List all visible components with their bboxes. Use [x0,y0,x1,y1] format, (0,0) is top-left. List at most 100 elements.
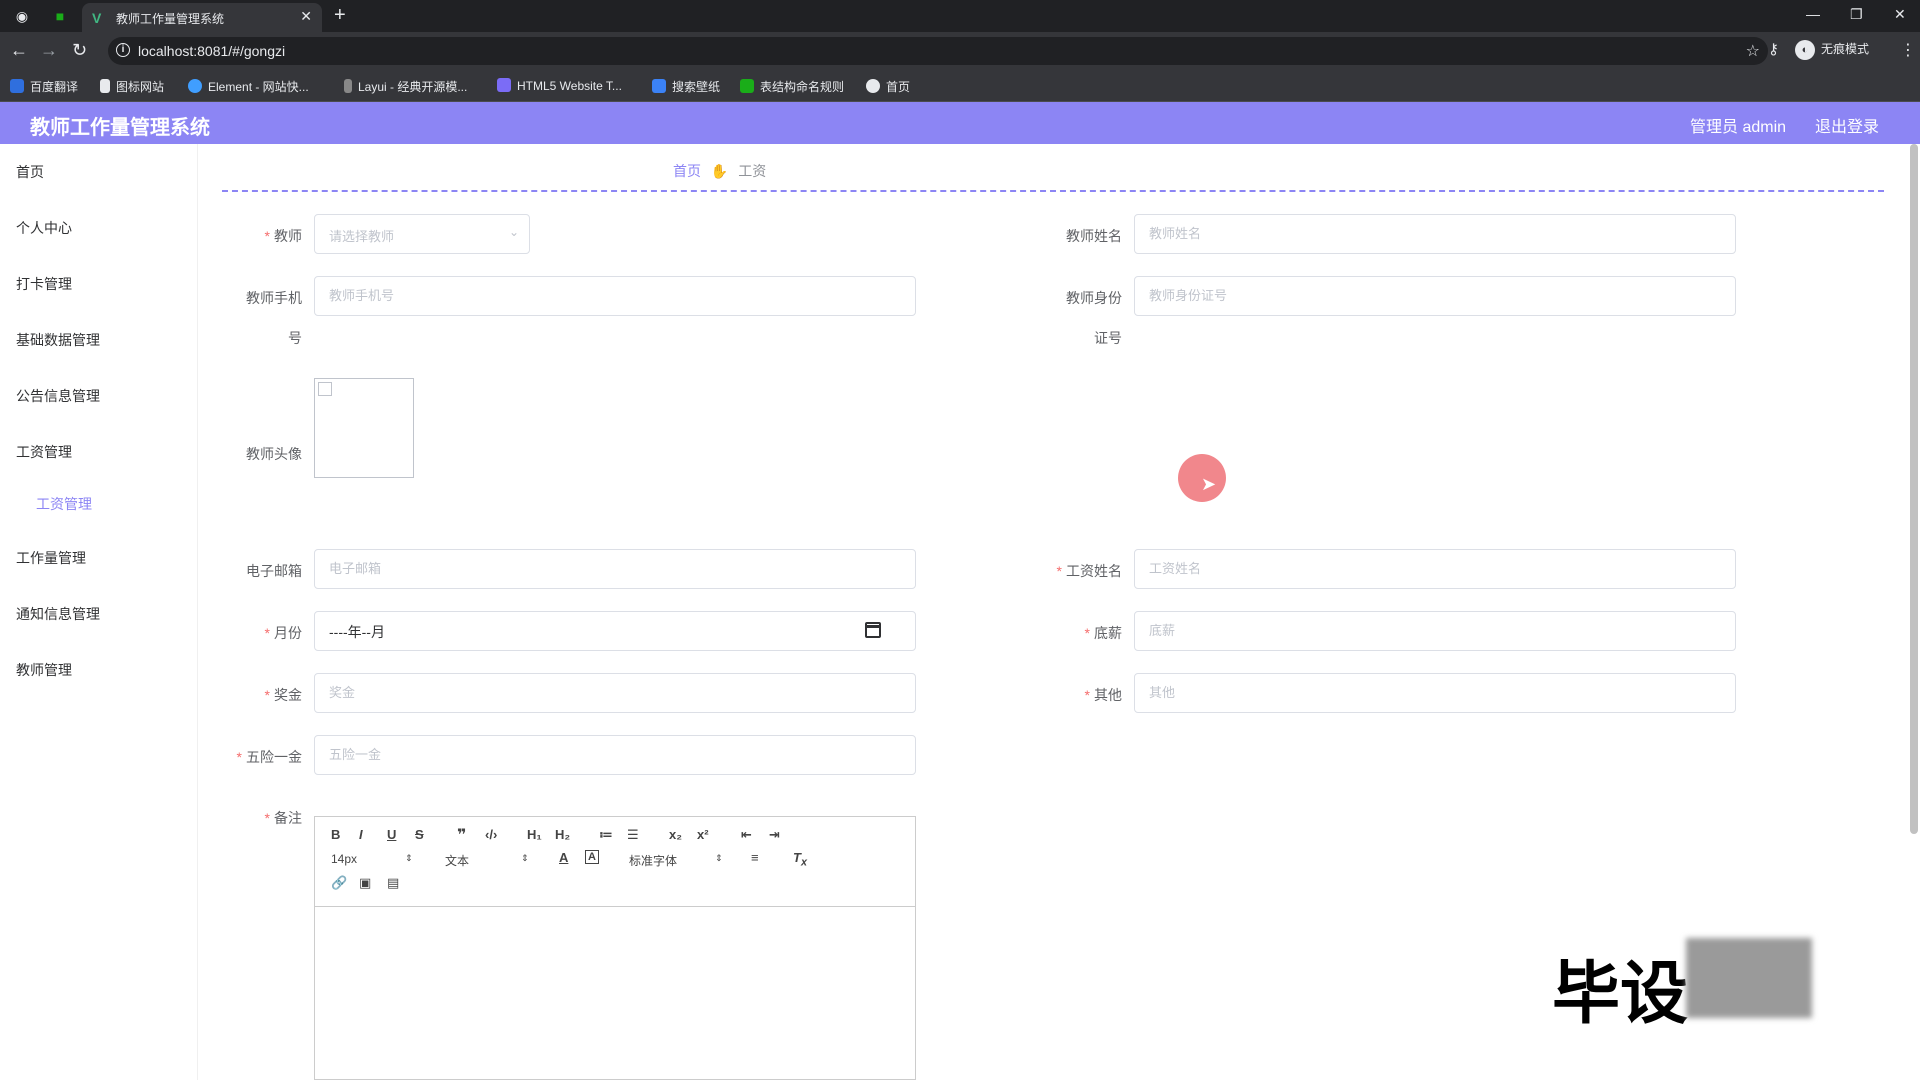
italic-icon[interactable]: I [359,827,363,842]
header2-icon[interactable]: H₂ [555,827,570,842]
clear-format-icon[interactable]: Tx [793,850,807,869]
base-salary-input[interactable] [1149,623,1689,638]
teacher-phone-field[interactable] [314,276,916,316]
bookmark-item[interactable]: Element - 网站快... [188,78,309,95]
bonus-input[interactable] [329,685,869,700]
link-icon[interactable]: 🔗 [331,875,347,891]
bookmark-item[interactable]: Layui - 经典开源模... [344,78,467,95]
incognito-profile[interactable]: ◐ 无痕模式 [1795,40,1869,60]
ordered-list-icon[interactable]: ≔ [599,827,613,843]
logout-button[interactable]: 退出登录 [1815,113,1879,137]
back-icon[interactable]: ← [10,40,28,60]
element-icon [188,79,202,93]
font-size-select[interactable]: 14px ⇕ [331,852,415,866]
teacher-id-input[interactable] [1149,288,1689,303]
site-info-icon[interactable]: i [116,43,130,57]
sidebar-item-teachers[interactable]: 教师管理 [16,660,72,680]
image-icon[interactable]: ▣ [359,875,371,891]
align-icon[interactable]: ≡ [751,850,759,865]
chrome-menu-icon[interactable]: ◉ [12,6,32,26]
blockquote-icon[interactable]: ❞ [457,825,466,845]
sidebar-subitem-salary[interactable]: 工资管理 [36,494,92,514]
remark-editor-body[interactable] [315,908,915,1080]
bookmark-item[interactable]: 搜索壁纸 [652,78,720,95]
bookmark-star-icon[interactable]: ☆ [1746,41,1760,61]
sidebar-item-home[interactable]: 首页 [16,162,44,182]
superscript-icon[interactable]: x² [697,827,709,842]
tab-close-icon[interactable]: ✕ [300,8,312,25]
bookmark-item[interactable]: 表结构命名规则 [740,78,844,95]
address-bar[interactable]: i localhost:8081/#/gongzi ☆ [108,37,1768,65]
breadcrumb-home[interactable]: 首页 [673,163,701,179]
bookmark-label: 搜索壁纸 [672,80,721,94]
month-picker[interactable]: ----年--月 [314,611,916,651]
strike-icon[interactable]: S [415,827,424,842]
browser-tab-bar: ◉ ■ V 教师工作量管理系统 ✕ + — ❐ ✕ [0,0,1920,32]
email-label: 电子邮箱 [246,563,302,579]
teacher-name-field[interactable] [1134,214,1736,254]
email-field[interactable] [314,549,916,589]
avatar-upload[interactable] [314,378,414,478]
bookmark-item[interactable]: 首页 [866,78,910,95]
header1-icon[interactable]: H₁ [527,827,542,842]
new-tab-icon[interactable]: + [334,4,346,27]
base-salary-field[interactable] [1134,611,1736,651]
sidebar-item-announcements[interactable]: 公告信息管理 [16,386,100,406]
underline-icon[interactable]: U [387,827,396,842]
video-icon[interactable]: ▤ [387,875,399,891]
teacher-id-label-wrap: 证号 [1094,330,1122,346]
insurance-field[interactable] [314,735,916,775]
other-field[interactable] [1134,673,1736,713]
calendar-icon[interactable] [865,622,881,638]
teacher-id-field[interactable] [1134,276,1736,316]
minimize-icon[interactable]: — [1806,6,1820,22]
breadcrumb-current: 工资 [738,163,767,179]
email-input[interactable] [329,561,869,576]
header-select-value: 文本 [445,854,470,868]
teacher-phone-input[interactable] [329,288,869,303]
indent-icon[interactable]: ⇥ [769,827,780,843]
teacher-select[interactable]: 请选择教师 ⌄ [314,214,530,254]
watermark-text: 毕设 [1552,955,1689,1034]
page-scrollbar[interactable] [1910,144,1918,834]
pinned-tab-icon[interactable]: ■ [50,6,70,26]
subscript-icon[interactable]: x₂ [669,827,682,842]
key-icon[interactable]: ⚷ [1768,40,1779,58]
teacher-id-label: 教师身份 [1066,290,1122,306]
header-select[interactable]: 文本 ⇕ [445,852,529,869]
bookmark-item[interactable]: 图标网站 [100,78,164,95]
outdent-icon[interactable]: ⇤ [741,827,752,843]
salary-name-input[interactable] [1149,561,1689,576]
bookmark-item[interactable]: HTML5 Website T... [497,78,622,93]
code-block-icon[interactable]: ‹/› [485,827,497,842]
sidebar-item-workload[interactable]: 工作量管理 [16,548,86,568]
window-close-icon[interactable]: ✕ [1894,6,1906,23]
insurance-input[interactable] [329,747,869,762]
salary-name-field[interactable] [1134,549,1736,589]
bookmark-label: 首页 [886,80,911,94]
teacher-name-input[interactable] [1149,226,1689,241]
font-color-icon[interactable]: A [559,850,568,865]
other-input[interactable] [1149,685,1689,700]
app-header: 教师工作量管理系统 管理员 admin 退出登录 [0,102,1920,144]
sidebar-item-checkin[interactable]: 打卡管理 [16,274,72,294]
sidebar-item-profile[interactable]: 个人中心 [16,218,72,238]
background-color-icon[interactable]: A [585,850,599,864]
browser-menu-icon[interactable]: ⋮ [1900,40,1916,60]
sidebar-item-notifications[interactable]: 通知信息管理 [16,604,100,624]
bookmark-item[interactable]: 百度翻译 [10,78,78,95]
vue-favicon-icon: V [92,10,102,26]
bullet-list-icon[interactable]: ☰ [627,827,639,843]
browser-tab-active[interactable]: V 教师工作量管理系统 ✕ [82,3,322,32]
teacher-label: * 教师 [264,228,302,244]
font-family-select[interactable]: 标准字体 ⇕ [629,852,723,869]
avatar-image-placeholder-icon [318,382,332,396]
bold-icon[interactable]: B [331,827,340,842]
forward-icon[interactable]: → [40,40,58,60]
restore-icon[interactable]: ❐ [1850,6,1863,23]
bonus-field[interactable] [314,673,916,713]
bookmarks-bar: 百度翻译 图标网站 Element - 网站快... Layui - 经典开源模… [0,70,1920,102]
reload-icon[interactable]: ↻ [72,40,87,60]
sidebar-item-basic-data[interactable]: 基础数据管理 [16,330,100,350]
sidebar-item-salary[interactable]: 工资管理 [16,442,72,462]
